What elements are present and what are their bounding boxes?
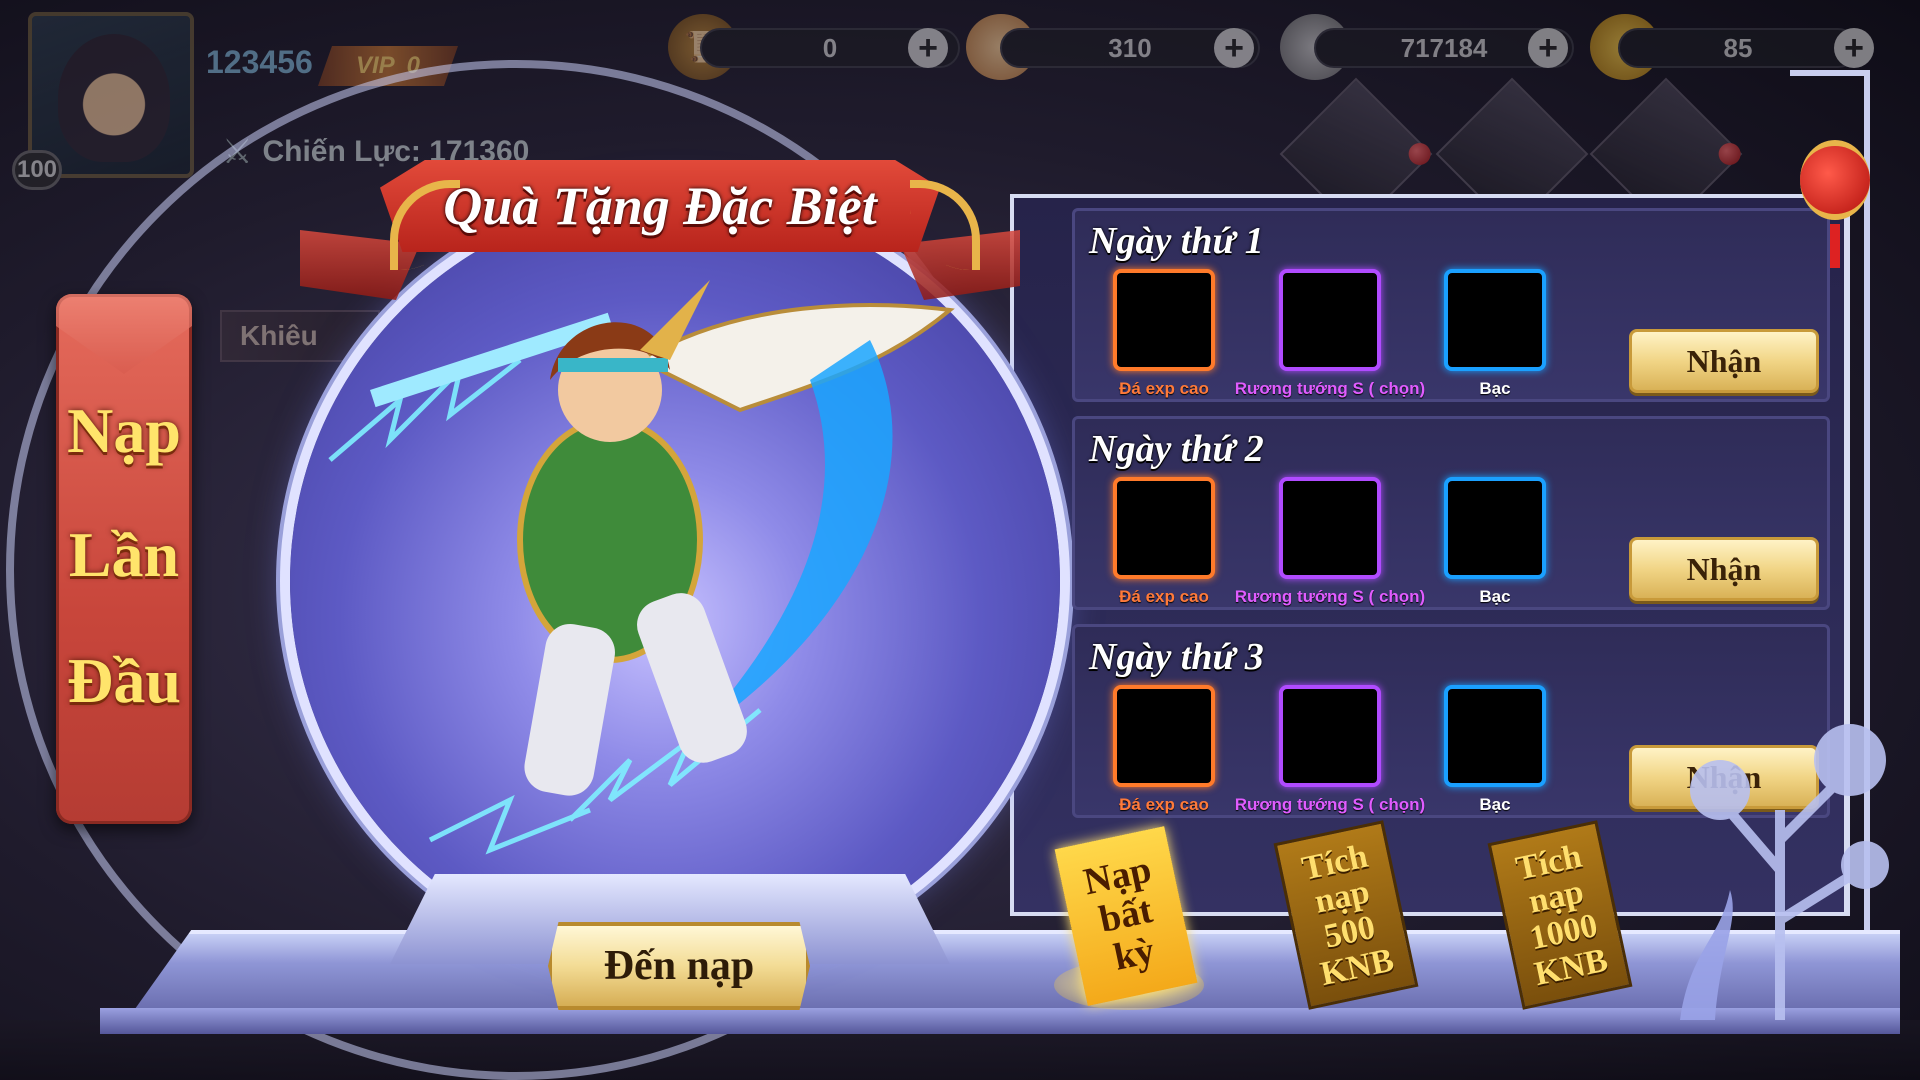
notification-dot [1718, 143, 1741, 165]
claim-button-day-1[interactable]: Nhận [1629, 329, 1819, 393]
first-recharge-tab-line1: Nạp [67, 395, 181, 466]
add-scroll-button[interactable]: + [908, 28, 948, 68]
day-reward-row-1: Ngày thứ 1 Đá exp cao Rương tướng S ( ch… [1072, 208, 1830, 402]
add-gold-button[interactable]: + [1834, 28, 1874, 68]
go-recharge-button[interactable]: Đến nạp [548, 922, 810, 1010]
player-level-badge: 100 [12, 150, 62, 190]
reward-slot-silver[interactable] [1444, 269, 1546, 371]
add-peach-button[interactable]: + [1214, 28, 1254, 68]
lantern-tassel [1830, 224, 1840, 268]
reward-slot-hero-chest[interactable] [1279, 269, 1381, 371]
day-title: Ngày thứ 2 [1089, 428, 1264, 470]
reward-slot-exp-stone[interactable] [1113, 269, 1215, 371]
tree-crane-decoration [1680, 724, 1889, 1020]
avatar-portrait [58, 34, 170, 162]
reward-slot-exp-stone[interactable] [1113, 477, 1215, 579]
reward-slot-exp-stone[interactable] [1113, 685, 1215, 787]
first-recharge-tab-line2: Lần [68, 519, 180, 590]
reward-label: Bạc [1479, 795, 1511, 814]
day-title: Ngày thứ 3 [1089, 636, 1264, 678]
reward-slot-hero-chest[interactable] [1279, 477, 1381, 579]
hero-illustration [328, 280, 955, 855]
reward-label: Bạc [1479, 587, 1511, 606]
red-lantern-decoration [1800, 140, 1870, 220]
player-id: 123456 [206, 44, 313, 80]
resource-gold-value: 85 [1618, 28, 1858, 68]
claim-button-day-2[interactable]: Nhận [1629, 537, 1819, 601]
reward-slot-silver[interactable] [1444, 685, 1546, 787]
day-title: Ngày thứ 1 [1089, 220, 1264, 262]
stage-edge [100, 1008, 1900, 1034]
day-reward-row-2: Ngày thứ 2 Đá exp cao Rương tướng S ( ch… [1072, 416, 1830, 610]
first-recharge-tab[interactable]: Nạp Lần Đầu [56, 294, 192, 824]
reward-slot-silver[interactable] [1444, 477, 1546, 579]
add-silver-button[interactable]: + [1528, 28, 1568, 68]
notification-dot [1408, 143, 1431, 165]
reward-label: Bạc [1479, 379, 1511, 398]
reward-slot-hero-chest[interactable] [1279, 685, 1381, 787]
title-ribbon: Quà Tặng Đặc Biệt [380, 160, 940, 252]
first-recharge-tab-line3: Đầu [67, 645, 181, 716]
tab-line: kỳ [1110, 929, 1159, 979]
event-title: Quà Tặng Đặc Biệt [443, 176, 877, 236]
